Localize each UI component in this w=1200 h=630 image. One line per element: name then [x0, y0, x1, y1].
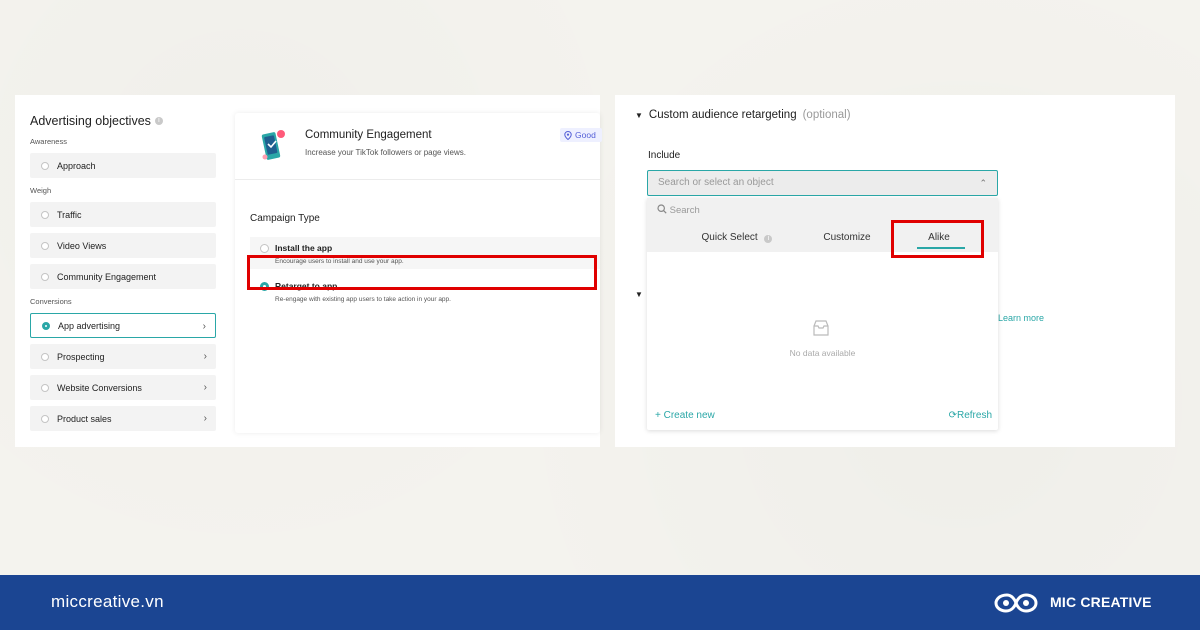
select-placeholder: Search or select an object: [658, 177, 774, 188]
radio-icon[interactable]: [41, 272, 49, 281]
objective-video-views[interactable]: Video Views: [30, 233, 216, 258]
create-new-label: Create new: [663, 410, 715, 421]
highlight-box-retarget: [247, 255, 597, 290]
caret-down-icon[interactable]: ▼: [635, 111, 643, 120]
objective-label: Video Views: [57, 240, 107, 251]
radio-icon[interactable]: [41, 161, 49, 170]
chevron-right-icon: ›: [203, 382, 207, 393]
learn-more-text[interactable]: Learn more: [998, 313, 1044, 323]
objective-label: Website Conversions: [57, 382, 142, 393]
mic-creative-logo-icon: [994, 593, 1038, 613]
radio-icon[interactable]: [41, 414, 49, 423]
radio-icon[interactable]: [41, 383, 49, 392]
objective-label: Community Engagement: [57, 271, 157, 282]
info-icon[interactable]: i: [154, 117, 163, 125]
audience-select-input[interactable]: Search or select an object ⌃: [647, 170, 998, 196]
radio-selected-icon[interactable]: [42, 321, 50, 330]
dropdown-search-placeholder: Search: [669, 205, 700, 216]
empty-state-text: No data available: [789, 348, 856, 358]
section-title: Custom audience retargeting: [648, 109, 797, 121]
empty-inbox-icon: [813, 320, 829, 336]
footer-url[interactable]: miccreative.vn: [51, 592, 164, 612]
objectives-title-text: Advertising objectives: [30, 114, 151, 128]
card-title: Community Engagement: [305, 129, 432, 141]
chevron-right-icon: ›: [203, 351, 207, 362]
footer-brand: MIC CREATIVE: [1050, 594, 1152, 610]
include-label: Include: [648, 150, 681, 161]
objective-traffic[interactable]: Traffic: [30, 202, 216, 227]
location-pin-icon: [564, 130, 572, 140]
objective-label: Traffic: [57, 209, 82, 220]
objective-website-conversions[interactable]: Website Conversions ›: [30, 375, 216, 400]
objective-label: Prospecting: [57, 351, 105, 362]
info-icon[interactable]: i: [764, 235, 773, 243]
radio-icon[interactable]: [41, 352, 49, 361]
caret-down-icon[interactable]: ▼: [635, 290, 643, 299]
radio-icon[interactable]: [41, 241, 49, 250]
footer-bar: miccreative.vn MIC CREATIVE: [0, 575, 1200, 630]
campaign-type-label: Campaign Type: [250, 213, 320, 224]
card-subtitle: Increase your TikTok followers or page v…: [305, 148, 466, 157]
objective-label: App advertising: [58, 320, 121, 331]
chevron-up-icon[interactable]: ⌃: [979, 171, 987, 195]
good-badge: Good: [560, 128, 602, 142]
phone-illustration-icon: [261, 130, 285, 160]
objective-label: Product sales: [57, 413, 112, 424]
objectives-panel: Advertising objectives i Awareness Appro…: [15, 95, 602, 447]
card-header: Community Engagement Increase your TikTo…: [235, 113, 602, 180]
objectives-title: Advertising objectives i: [30, 113, 216, 129]
highlight-box-alike: [891, 220, 984, 258]
group-label-awareness: Awareness: [30, 137, 67, 146]
audience-panel: ▼ Custom audience retargeting (optional)…: [615, 95, 1175, 447]
refresh-icon: ⟳: [948, 410, 957, 421]
objective-community-engagement[interactable]: Community Engagement: [30, 264, 216, 289]
objective-label: Approach: [57, 160, 96, 171]
option-desc: Re-engage with existing app users to tak…: [275, 296, 451, 303]
group-label-weigh: Weigh: [30, 186, 52, 195]
group-label-conversions: Conversions: [30, 297, 72, 306]
plus-icon: +: [655, 410, 664, 421]
create-new-button[interactable]: + Create new: [655, 410, 715, 421]
tab-label: Quick Select: [701, 232, 758, 243]
refresh-button[interactable]: ⟳Refresh: [949, 410, 992, 421]
radio-icon[interactable]: [260, 244, 269, 253]
refresh-label: Refresh: [956, 410, 992, 421]
objective-prospecting[interactable]: Prospecting ›: [30, 344, 216, 369]
optional-label: (optional): [802, 109, 851, 121]
audience-section-header[interactable]: ▼ Custom audience retargeting (optional): [635, 109, 851, 121]
badge-label: Good: [575, 130, 596, 140]
objective-app-advertising[interactable]: App advertising ›: [30, 313, 216, 338]
chevron-right-icon: ›: [202, 321, 206, 332]
radio-icon[interactable]: [41, 210, 49, 219]
objectives-column: Advertising objectives i Awareness Appro…: [30, 113, 216, 431]
search-icon: [657, 204, 667, 214]
objective-approach[interactable]: Approach: [30, 153, 216, 178]
learn-more-link[interactable]: k.Learn more: [991, 313, 1044, 323]
tab-quick-select[interactable]: Quick Select i: [682, 224, 792, 252]
option-title: Install the app: [275, 243, 333, 253]
objective-product-sales[interactable]: Product sales ›: [30, 406, 216, 431]
tab-customize[interactable]: Customize: [812, 224, 882, 252]
chevron-right-icon: ›: [203, 413, 207, 424]
tab-label: Customize: [823, 232, 871, 243]
